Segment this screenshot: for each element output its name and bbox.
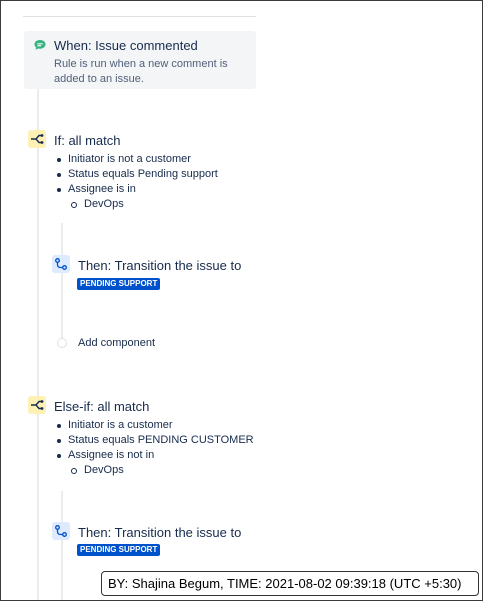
trigger-component[interactable]: When: Issue commented Rule is run when a… [24,31,256,89]
elseif-branch-line [61,491,63,600]
status-lozenge: PENDING SUPPORT [77,544,161,556]
if-title: If: all match [54,133,121,148]
list-item: Initiator is a customer [55,418,254,433]
list-item: Status equals PENDING CUSTOMER [55,433,254,448]
list-item: Assignee is in [55,182,218,197]
elseif-conditions-list: Initiator is a customer Status equals PE… [55,418,254,478]
comment-icon [33,38,47,52]
if-branch-line [61,223,63,341]
list-item: Status equals Pending support [55,167,218,182]
list-subitem: DevOps [55,197,218,212]
trigger-title: When: Issue commented [54,38,198,53]
author-timestamp-stamp: BY: Shajina Begum, TIME: 2021-08-02 09:3… [101,571,479,596]
rule-editor-panel: When: Issue commented Rule is run when a… [0,0,483,601]
divider [23,16,256,17]
list-item: Initiator is not a customer [55,152,218,167]
then-title: Then: Transition the issue to [78,258,242,273]
add-dot-icon [57,338,67,348]
then-title: Then: Transition the issue to [78,525,242,540]
branch-icon [28,396,46,414]
trigger-description: Rule is run when a new comment is added … [54,58,228,85]
list-subitem: DevOps [55,463,254,478]
if-conditions-list: Initiator is not a customer Status equal… [55,152,218,212]
elseif-title: Else-if: all match [54,399,150,414]
status-lozenge: PENDING SUPPORT [77,278,161,290]
add-component-label: Add component [78,337,156,349]
list-item: Assignee is not in [55,448,254,463]
branch-icon [28,130,46,148]
transition-icon [52,255,70,273]
transition-icon [52,522,70,540]
